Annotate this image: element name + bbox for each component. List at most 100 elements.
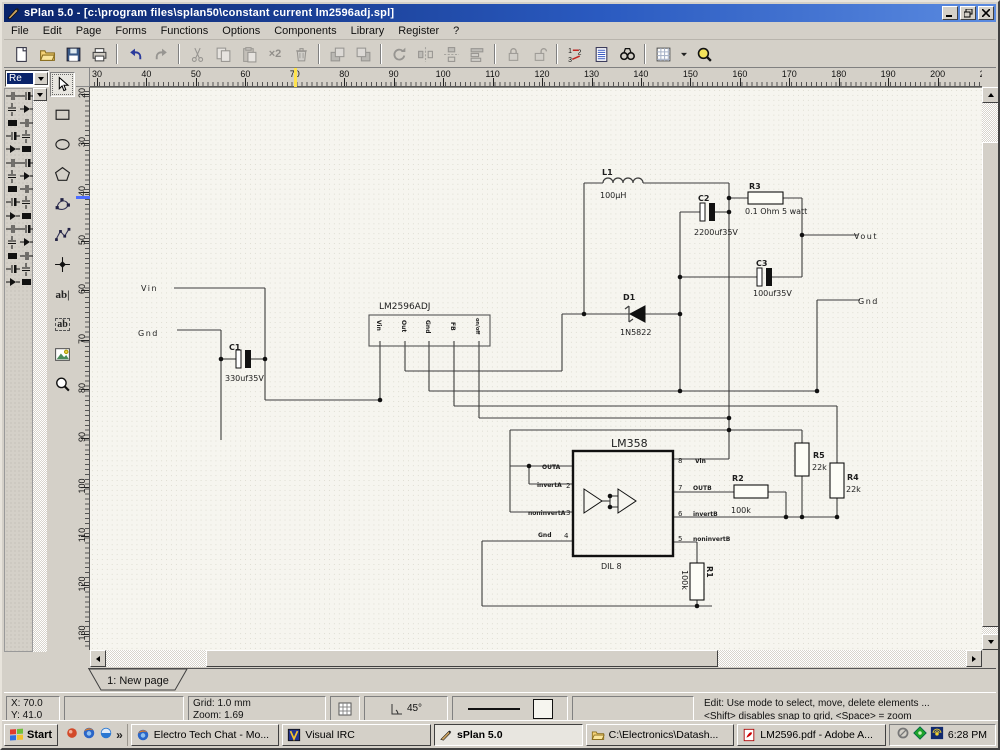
toolbar-new-button[interactable] bbox=[9, 43, 33, 66]
palette-symbol[interactable] bbox=[6, 170, 20, 183]
palette-symbol[interactable] bbox=[20, 250, 34, 263]
library-combo[interactable]: Re bbox=[5, 70, 49, 87]
taskbar-window-lm2596-pdf-adobe-a[interactable]: LM2596.pdf - Adobe A... bbox=[737, 724, 886, 746]
palette-symbol[interactable] bbox=[6, 223, 20, 236]
combo-dropdown-icon[interactable] bbox=[34, 72, 48, 85]
toolbar-lock-button[interactable] bbox=[501, 43, 525, 66]
close-button[interactable] bbox=[978, 6, 994, 20]
quick-launch-browser-icon[interactable] bbox=[82, 726, 96, 743]
toolbar-rotate-button[interactable] bbox=[387, 43, 411, 66]
canvas[interactable]: VinGndVoutGndC1330uf35VLM2596ADJVinOutGn… bbox=[90, 87, 982, 650]
tool-bezier[interactable] bbox=[50, 192, 75, 217]
toolbar-undo-button[interactable] bbox=[123, 43, 147, 66]
toolbar-mirror-horizontal-button[interactable] bbox=[413, 43, 437, 66]
toolbar-cut-button[interactable] bbox=[185, 43, 209, 66]
menu-item-edit[interactable]: Edit bbox=[36, 23, 69, 39]
toolbar-mirror-vertical-button[interactable] bbox=[439, 43, 463, 66]
toolbar-open-button[interactable] bbox=[35, 43, 59, 66]
title-bar[interactable]: sPlan 5.0 - [c:\program files\splan50\co… bbox=[4, 4, 996, 22]
quick-launch-app-icon[interactable] bbox=[65, 726, 79, 743]
menu-item-library[interactable]: Library bbox=[344, 23, 392, 39]
palette-symbol[interactable] bbox=[20, 276, 34, 289]
palette-symbol[interactable] bbox=[6, 117, 20, 130]
toolbar-unlock-button[interactable] bbox=[527, 43, 551, 66]
taskbar-window-c-electronics-datash[interactable]: C:\Electronics\Datash... bbox=[586, 724, 735, 746]
horizontal-scroll-thumb[interactable] bbox=[206, 650, 718, 667]
menu-item-register[interactable]: Register bbox=[391, 23, 446, 39]
component-palette-cells[interactable] bbox=[4, 88, 33, 652]
toolbar-duplicate-button[interactable]: ×2 bbox=[263, 43, 287, 66]
tool-text[interactable]: ab| bbox=[50, 282, 75, 307]
toolbar-to-back-button[interactable] bbox=[351, 43, 375, 66]
palette-symbol[interactable] bbox=[6, 196, 20, 209]
palette-symbol[interactable] bbox=[20, 236, 34, 249]
toolbar-grid-dropdown-button[interactable] bbox=[677, 43, 690, 66]
toolbar-save-button[interactable] bbox=[61, 43, 85, 66]
taskbar-window-splan-5-0[interactable]: sPlan 5.0 bbox=[434, 724, 583, 746]
menu-item-file[interactable]: File bbox=[4, 23, 36, 39]
minimize-button[interactable] bbox=[942, 6, 958, 20]
palette-symbol[interactable] bbox=[6, 250, 20, 263]
scroll-left-icon[interactable] bbox=[90, 650, 106, 667]
menu-item-components[interactable]: Components bbox=[267, 23, 343, 39]
tool-select[interactable] bbox=[50, 72, 75, 97]
palette-symbol[interactable] bbox=[20, 183, 34, 196]
toolbar-align-button[interactable] bbox=[465, 43, 489, 66]
tool-node[interactable] bbox=[50, 252, 75, 277]
palette-symbol[interactable] bbox=[20, 196, 34, 209]
restore-button[interactable] bbox=[960, 6, 976, 20]
vertical-scrollbar[interactable] bbox=[982, 87, 999, 650]
palette-symbol[interactable] bbox=[20, 130, 34, 143]
palette-symbol[interactable] bbox=[6, 103, 20, 116]
scroll-up-icon[interactable] bbox=[982, 87, 999, 103]
menu-item-?[interactable]: ? bbox=[446, 23, 466, 39]
tool-ellipse[interactable] bbox=[50, 132, 75, 157]
palette-symbol[interactable] bbox=[6, 210, 20, 223]
tray-status-icon[interactable] bbox=[896, 726, 910, 743]
palette-symbol[interactable] bbox=[6, 143, 20, 156]
palette-symbol[interactable] bbox=[20, 170, 34, 183]
palette-symbol[interactable] bbox=[6, 263, 20, 276]
palette-symbol[interactable] bbox=[20, 117, 34, 130]
tool-image[interactable] bbox=[50, 342, 75, 367]
palette-symbol[interactable] bbox=[20, 223, 34, 236]
taskbar-window-visual-irc[interactable]: Visual IRC bbox=[282, 724, 431, 746]
palette-symbol[interactable] bbox=[6, 236, 20, 249]
palette-symbol[interactable] bbox=[20, 263, 34, 276]
menu-item-functions[interactable]: Functions bbox=[154, 23, 216, 39]
tray-messenger-icon[interactable] bbox=[913, 726, 927, 743]
quick-launch-ie-icon[interactable] bbox=[99, 726, 113, 743]
toolbar-component-list-button[interactable] bbox=[589, 43, 613, 66]
toolbar-print-button[interactable] bbox=[87, 43, 111, 66]
tool-polygon[interactable] bbox=[50, 162, 75, 187]
horizontal-scrollbar[interactable] bbox=[90, 650, 982, 667]
toolbar-redo-button[interactable] bbox=[149, 43, 173, 66]
palette-symbol[interactable] bbox=[20, 90, 34, 103]
toolbar-search-button[interactable] bbox=[615, 43, 639, 66]
palette-symbol[interactable] bbox=[6, 130, 20, 143]
tool-textbox[interactable]: ab bbox=[50, 312, 75, 337]
palette-symbol[interactable] bbox=[20, 143, 34, 156]
toolbar-paste-button[interactable] bbox=[237, 43, 261, 66]
menu-item-forms[interactable]: Forms bbox=[108, 23, 153, 39]
toolbar-copy-button[interactable] bbox=[211, 43, 235, 66]
tool-zoom-tool[interactable] bbox=[50, 372, 75, 397]
scroll-down-icon[interactable] bbox=[982, 634, 999, 650]
scroll-right-icon[interactable] bbox=[966, 650, 982, 667]
toolbar-to-front-button[interactable] bbox=[325, 43, 349, 66]
palette-symbol[interactable] bbox=[20, 157, 34, 170]
line-style-panel[interactable] bbox=[452, 696, 568, 722]
tool-rectangle[interactable] bbox=[50, 102, 75, 127]
start-button[interactable]: Start bbox=[4, 724, 58, 746]
toolbar-zoom-button[interactable] bbox=[692, 43, 716, 66]
palette-scroll-down-icon[interactable] bbox=[33, 88, 47, 101]
tab-new-page[interactable]: 1: New page bbox=[88, 668, 188, 692]
toolbar-grid-button[interactable] bbox=[651, 43, 675, 66]
toolbar-renumber-button[interactable]: 123 bbox=[563, 43, 587, 66]
taskbar-window-electro-tech-chat-mo[interactable]: Electro Tech Chat - Mo... bbox=[131, 724, 280, 746]
palette-symbol[interactable] bbox=[6, 276, 20, 289]
vertical-scroll-thumb[interactable] bbox=[982, 142, 999, 627]
angle-panel[interactable]: 45° bbox=[364, 696, 448, 722]
tool-polyline[interactable] bbox=[50, 222, 75, 247]
palette-scrollbar[interactable] bbox=[33, 88, 47, 652]
